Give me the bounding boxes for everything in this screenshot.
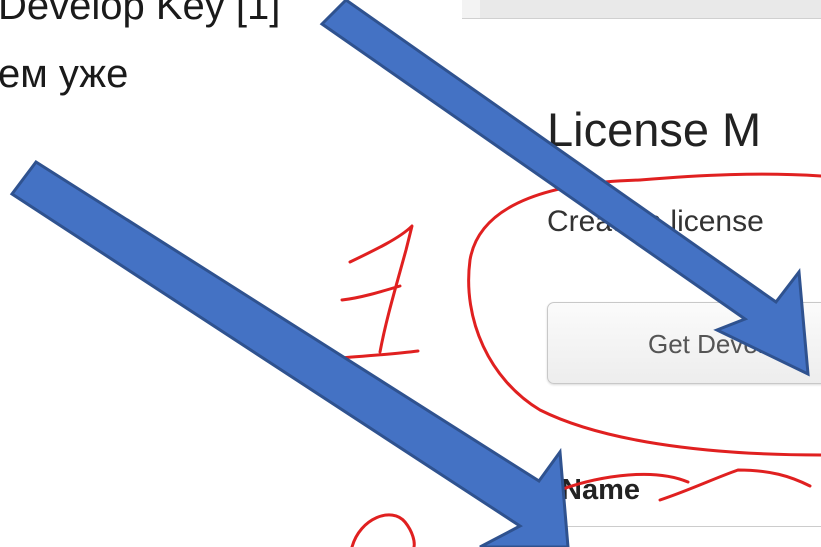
red-squiggle-annotation xyxy=(553,468,812,502)
handwritten-number-1 xyxy=(338,224,420,360)
red-circle-annotation-1-top xyxy=(638,172,821,182)
slide-canvas: Develop Key [1] ем уже License M Create … xyxy=(0,0,821,547)
annotation-layer xyxy=(9,0,821,547)
blue-arrow-1 xyxy=(319,0,810,377)
red-circle-annotation-2 xyxy=(350,513,416,547)
blue-arrow-2 xyxy=(9,159,570,547)
